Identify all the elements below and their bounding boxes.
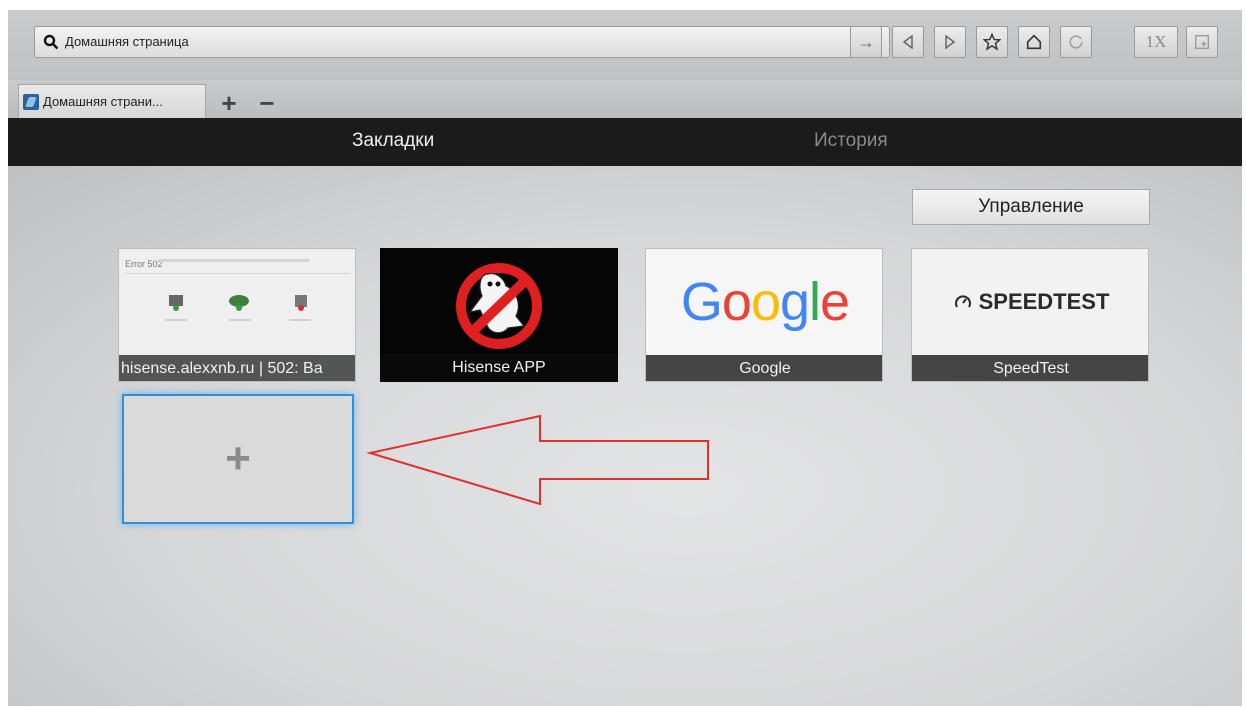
- thumbnail-title: Error 502: [125, 259, 163, 269]
- zoom-button[interactable]: 1X: [1134, 26, 1178, 58]
- triangle-left-icon: [902, 35, 913, 49]
- tv-screen: Домашняя страница → 1X Домашняя страни..…: [8, 10, 1242, 706]
- ghostbusters-logo-icon: [456, 263, 542, 349]
- new-tab-button[interactable]: +: [212, 88, 246, 118]
- home-icon: [1026, 34, 1042, 50]
- arrow-right-icon: →: [857, 31, 875, 52]
- address-input[interactable]: Домашняя страница: [34, 26, 890, 58]
- zoom-label: 1X: [1145, 32, 1167, 51]
- reload-button[interactable]: [1060, 26, 1092, 58]
- speedtest-logo: SPEEDTEST: [953, 289, 1110, 315]
- tab-label: Домашняя страни...: [43, 94, 163, 109]
- manage-button[interactable]: Управление: [912, 189, 1150, 225]
- plus-icon: +: [221, 87, 237, 118]
- forward-button[interactable]: [934, 26, 966, 58]
- bookmark-star-button[interactable]: [976, 26, 1008, 58]
- tab-strip: Домашняя страни... + −: [8, 80, 1242, 118]
- speedtest-logo-text: SPEEDTEST: [978, 289, 1110, 314]
- bookmark-thumbnail: Error 502: [119, 249, 355, 355]
- minus-icon: −: [259, 87, 275, 118]
- bookmark-tile-speedtest[interactable]: SPEEDTEST SpeedTest: [911, 248, 1149, 382]
- bookmark-thumbnail: SPEEDTEST: [912, 249, 1148, 355]
- bookmark-tile-hisense-app[interactable]: Hisense APP: [380, 248, 618, 382]
- add-bookmark-button[interactable]: +: [122, 394, 354, 524]
- reload-icon: [1069, 35, 1083, 49]
- home-button[interactable]: [1018, 26, 1050, 58]
- tab-bookmarks[interactable]: Закладки: [352, 130, 434, 152]
- back-button[interactable]: [892, 26, 924, 58]
- plus-icon: +: [225, 434, 251, 483]
- bookmark-caption: SpeedTest: [912, 355, 1148, 381]
- close-tab-button[interactable]: −: [250, 88, 284, 118]
- google-logo: Google: [680, 272, 850, 332]
- error-diagram-icon: [165, 295, 311, 321]
- search-icon: [43, 34, 59, 55]
- go-button[interactable]: →: [850, 26, 882, 58]
- bookmark-caption: Google: [646, 355, 882, 381]
- bookmark-thumbnail: [380, 248, 618, 354]
- address-bar-row: Домашняя страница → 1X: [8, 10, 1242, 80]
- bookmark-tile-hisense-site[interactable]: Error 502 hisense.alexxnb.ru | 502: Ba: [118, 248, 356, 382]
- speedometer-icon: [954, 295, 971, 308]
- tab-history[interactable]: История: [814, 130, 888, 152]
- tab-home[interactable]: Домашняя страни...: [18, 84, 206, 118]
- add-to-home-button[interactable]: [1186, 26, 1218, 58]
- star-icon: [983, 33, 1001, 51]
- add-page-icon: [1195, 35, 1209, 49]
- address-text: Домашняя страница: [65, 34, 189, 49]
- bookmarks-panel: Управление Error 502 hisense.alexxnb.ru …: [8, 166, 1242, 706]
- bookmark-caption: hisense.alexxnb.ru | 502: Ba: [119, 355, 355, 381]
- bookmark-caption: Hisense APP: [380, 354, 618, 382]
- bookmark-tile-google[interactable]: Google Google: [645, 248, 883, 382]
- browser-favicon-icon: [23, 94, 39, 110]
- category-bar: Закладки История: [8, 118, 1242, 166]
- bookmark-thumbnail: Google: [646, 249, 882, 355]
- triangle-right-icon: [945, 35, 956, 49]
